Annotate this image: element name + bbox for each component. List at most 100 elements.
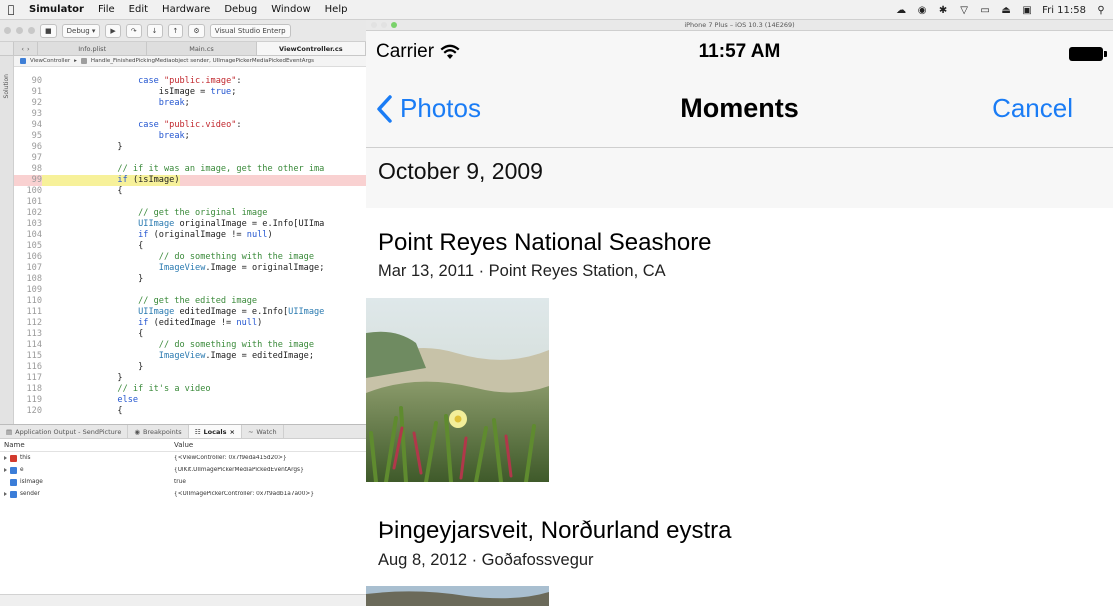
apple-icon[interactable]:  (0, 3, 22, 16)
code-line[interactable]: 120 { (14, 406, 366, 417)
code-text[interactable]: break; (42, 98, 190, 109)
bluetooth-icon[interactable]: ✱ (937, 5, 949, 16)
line-number[interactable]: 90 (14, 76, 42, 87)
expand-arrow-icon[interactable] (4, 456, 7, 460)
line-number[interactable]: 113 (14, 329, 42, 340)
wifi-icon[interactable]: ▽ (958, 5, 970, 16)
code-line[interactable]: 94 case "public.video": (14, 120, 366, 131)
code-line[interactable]: 96 } (14, 142, 366, 153)
code-line[interactable]: 104 if (originalImage != null) (14, 230, 366, 241)
tab-main-cs[interactable]: Main.cs (147, 42, 257, 55)
cancel-button[interactable]: Cancel (992, 93, 1073, 124)
solution-sidebar[interactable]: Solution (0, 56, 14, 461)
code-line[interactable]: 116 } (14, 362, 366, 373)
eject-icon[interactable]: ⏏ (1000, 5, 1012, 16)
code-text[interactable]: { (42, 406, 122, 417)
code-line[interactable]: 92 break; (14, 98, 366, 109)
code-text[interactable]: break; (42, 131, 190, 142)
locals-row[interactable]: sender {<UIImagePickerController: 0x7f9ad… (0, 488, 366, 500)
code-text[interactable]: } (42, 373, 122, 384)
code-text[interactable]: // if it's a video (42, 384, 210, 395)
code-line[interactable]: 106 // do something with the image (14, 252, 366, 263)
code-line[interactable]: 117 } (14, 373, 366, 384)
line-number[interactable]: 112 (14, 318, 42, 329)
record-icon[interactable]: ◉ (916, 5, 928, 16)
line-number[interactable]: 111 (14, 307, 42, 318)
line-number[interactable]: 101 (14, 197, 42, 208)
zoom-window-button[interactable] (28, 27, 35, 34)
line-number[interactable]: 100 (14, 186, 42, 197)
sidebar-toggle[interactable] (0, 42, 14, 55)
code-editor[interactable]: 90 case "public.image": 91 isImage = true… (14, 76, 366, 452)
photo-thumbnail[interactable] (366, 586, 549, 606)
line-number[interactable]: 97 (14, 153, 42, 164)
line-number[interactable]: 99 (14, 175, 42, 186)
airplay-icon[interactable]: ▭ (979, 5, 991, 16)
line-number[interactable]: 98 (14, 164, 42, 175)
code-text[interactable]: case "public.video": (42, 120, 242, 131)
line-number[interactable]: 107 (14, 263, 42, 274)
continue-button[interactable]: ▶ (105, 23, 121, 38)
menu-window[interactable]: Window (264, 4, 317, 15)
expand-arrow-icon[interactable] (4, 468, 7, 472)
tab-navigation[interactable]: ‹ › (14, 42, 38, 55)
tab-locals[interactable]: ☷ Locals × (188, 425, 242, 438)
breadcrumb-method[interactable]: Handle_FinishedPickingMediaobject sender… (91, 58, 314, 64)
back-arrow-icon[interactable]: ‹ (21, 45, 24, 53)
code-line[interactable]: 98 // if it was an image, get the other … (14, 164, 366, 175)
line-number[interactable]: 93 (14, 109, 42, 120)
locals-row[interactable]: e {UIKit.UIImagePickerMediaPickedEventArg… (0, 464, 366, 476)
zoom-window-button[interactable] (391, 22, 397, 28)
code-text[interactable]: // get the original image (42, 208, 267, 219)
column-value[interactable]: Value (174, 441, 193, 449)
code-line[interactable]: 95 break; (14, 131, 366, 142)
expand-arrow-icon[interactable] (4, 492, 7, 496)
line-number[interactable]: 95 (14, 131, 42, 142)
breadcrumb-class[interactable]: ViewController (30, 58, 70, 64)
line-number[interactable]: 118 (14, 384, 42, 395)
locals-row[interactable]: this {<ViewController: 0x7f9eda415d20>} (0, 452, 366, 464)
tab-viewcontroller-cs[interactable]: ViewController.cs (256, 42, 366, 55)
code-line[interactable]: 112 if (editedImage != null) (14, 318, 366, 329)
line-number[interactable]: 104 (14, 230, 42, 241)
code-line[interactable]: 108 } (14, 274, 366, 285)
tab-info-plist[interactable]: Info.plist (38, 42, 148, 55)
code-line[interactable]: 91 isImage = true; (14, 87, 366, 98)
line-number[interactable]: 110 (14, 296, 42, 307)
line-number[interactable]: 94 (14, 120, 42, 131)
line-number[interactable]: 103 (14, 219, 42, 230)
code-text[interactable]: } (42, 274, 143, 285)
minimize-window-button[interactable] (381, 22, 387, 28)
photo-thumbnail[interactable] (366, 298, 549, 482)
code-text[interactable]: } (42, 142, 122, 153)
line-number[interactable]: 106 (14, 252, 42, 263)
line-number[interactable]: 115 (14, 351, 42, 362)
minimize-window-button[interactable] (16, 27, 23, 34)
code-text[interactable]: if (originalImage != null) (42, 230, 273, 241)
step-into-button[interactable]: ↓ (146, 23, 163, 38)
line-number[interactable]: 92 (14, 98, 42, 109)
menu-debug[interactable]: Debug (217, 4, 264, 15)
code-text[interactable]: isImage = true; (42, 87, 237, 98)
code-line[interactable]: 97 (14, 153, 366, 164)
code-line[interactable]: 101 (14, 197, 366, 208)
forward-arrow-icon[interactable]: › (27, 45, 30, 53)
code-line[interactable]: 118 // if it's a video (14, 384, 366, 395)
product-status[interactable]: Visual Studio Enterp (209, 23, 291, 38)
code-text[interactable]: { (42, 241, 143, 252)
menu-edit[interactable]: Edit (122, 4, 155, 15)
code-text[interactable]: ImageView.Image = editedImage; (42, 351, 314, 362)
code-text[interactable]: // get the edited image (42, 296, 257, 307)
tab-application-output[interactable]: ▤ Application Output - SendPicture (0, 425, 129, 438)
line-number[interactable]: 102 (14, 208, 42, 219)
code-text[interactable]: UIImage editedImage = e.Info[UIImage (42, 307, 324, 318)
code-text[interactable]: else (42, 395, 138, 406)
code-text[interactable]: ImageView.Image = originalImage; (42, 263, 325, 274)
search-icon[interactable]: ⚲ (1095, 5, 1107, 16)
tab-watch[interactable]: ∼ Watch (242, 425, 284, 438)
line-number[interactable]: 119 (14, 395, 42, 406)
code-text[interactable]: if (editedImage != null) (42, 318, 262, 329)
column-name[interactable]: Name (0, 441, 174, 449)
code-text[interactable]: { (42, 329, 143, 340)
close-window-button[interactable] (371, 22, 377, 28)
